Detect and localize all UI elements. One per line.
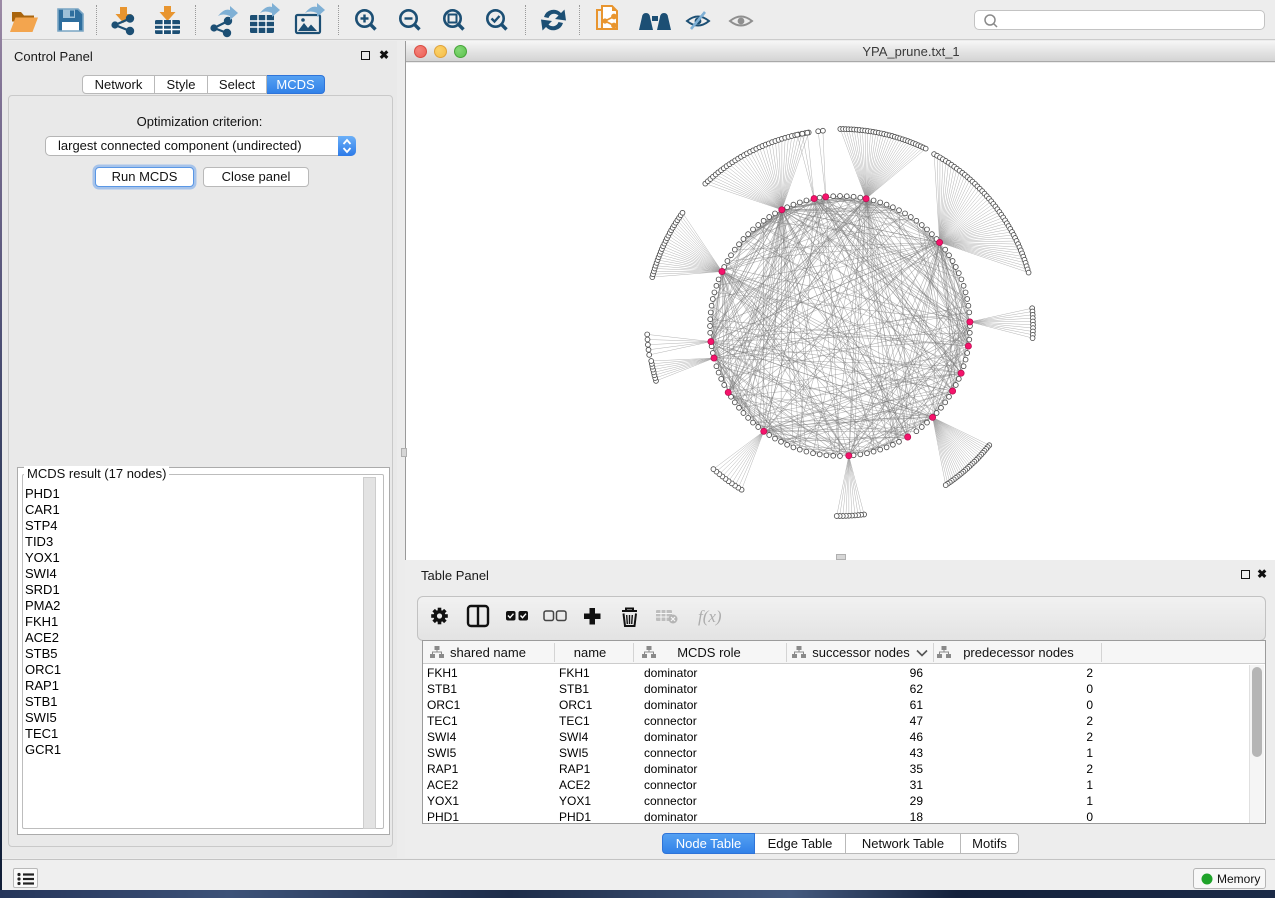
svg-text:f(x): f(x) — [698, 607, 722, 626]
